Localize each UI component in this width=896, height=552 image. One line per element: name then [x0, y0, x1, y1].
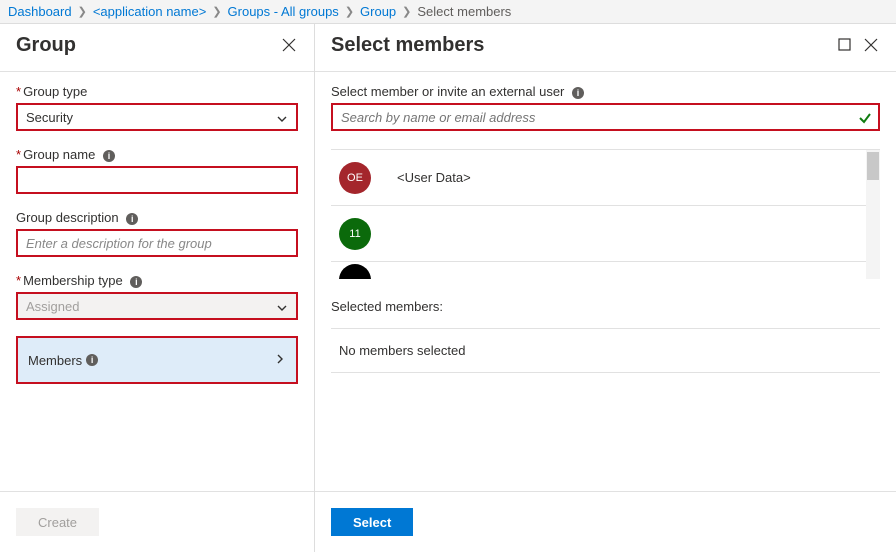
info-icon[interactable]: i [103, 150, 115, 162]
member-item[interactable] [331, 262, 880, 279]
membership-type-select[interactable]: Assigned [16, 292, 298, 320]
group-type-value: Security [26, 110, 73, 125]
breadcrumb-current: Select members [415, 4, 513, 19]
select-members-panel: Select members Select member or invite a… [315, 24, 896, 552]
group-type-select[interactable]: Security [16, 103, 298, 131]
select-button[interactable]: Select [331, 508, 413, 536]
group-desc-input[interactable] [18, 231, 296, 255]
group-type-label: *Group type [16, 84, 298, 99]
member-name: <User Data> [397, 170, 471, 185]
selected-members-box: No members selected [331, 328, 880, 373]
info-icon[interactable]: i [572, 87, 584, 99]
close-icon[interactable] [864, 38, 880, 54]
chevron-right-icon: ❯ [74, 5, 91, 18]
maximize-icon[interactable] [838, 38, 854, 54]
chevron-right-icon: ❯ [208, 5, 225, 18]
membership-type-value: Assigned [26, 299, 79, 314]
breadcrumb-groups[interactable]: Groups - All groups [226, 4, 341, 19]
field-membership-type: *Membership type i Assigned [16, 273, 298, 320]
member-search-wrap [331, 103, 880, 131]
chevron-right-icon: ❯ [398, 5, 415, 18]
members-label: Members [28, 353, 82, 368]
avatar [339, 264, 371, 279]
breadcrumb-dashboard[interactable]: Dashboard [6, 4, 74, 19]
search-label: Select member or invite an external user… [331, 84, 880, 99]
breadcrumb-group[interactable]: Group [358, 4, 398, 19]
member-search-input[interactable] [333, 105, 878, 129]
chevron-down-icon [276, 302, 288, 317]
group-desc-label: Group description i [16, 210, 298, 225]
group-panel: Group *Group type Security *Group name i [0, 24, 315, 552]
select-members-title: Select members [331, 34, 828, 57]
group-name-input[interactable] [18, 168, 296, 192]
check-icon [858, 111, 872, 128]
members-selector[interactable]: Members i [16, 336, 298, 384]
select-members-header: Select members [315, 24, 896, 72]
info-icon[interactable]: i [86, 354, 98, 366]
group-panel-header: Group [0, 24, 314, 72]
field-members: Members i [16, 336, 298, 384]
group-name-label: *Group name i [16, 147, 298, 162]
avatar: OE [339, 162, 371, 194]
member-item[interactable]: 11 [331, 206, 880, 262]
breadcrumb-app[interactable]: <application name> [91, 4, 208, 19]
create-button[interactable]: Create [16, 508, 99, 536]
select-members-footer: Select [315, 491, 896, 552]
group-name-input-wrap [16, 166, 298, 194]
scrollbar-thumb[interactable] [867, 152, 879, 180]
breadcrumb: Dashboard ❯ <application name> ❯ Groups … [0, 0, 896, 24]
avatar: 11 [339, 218, 371, 250]
member-list: OE <User Data> 11 [331, 149, 880, 279]
chevron-down-icon [276, 113, 288, 128]
close-icon[interactable] [282, 38, 298, 54]
chevron-right-icon: ❯ [341, 5, 358, 18]
selected-members-label: Selected members: [331, 299, 880, 314]
chevron-right-icon [274, 353, 286, 368]
field-group-desc: Group description i [16, 210, 298, 257]
member-item[interactable]: OE <User Data> [331, 150, 880, 206]
group-panel-footer: Create [0, 491, 314, 552]
field-group-name: *Group name i [16, 147, 298, 194]
group-panel-title: Group [16, 34, 272, 57]
group-desc-input-wrap [16, 229, 298, 257]
info-icon[interactable]: i [126, 213, 138, 225]
field-group-type: *Group type Security [16, 84, 298, 131]
scrollbar[interactable] [866, 150, 880, 279]
info-icon[interactable]: i [130, 276, 142, 288]
membership-type-label: *Membership type i [16, 273, 298, 288]
